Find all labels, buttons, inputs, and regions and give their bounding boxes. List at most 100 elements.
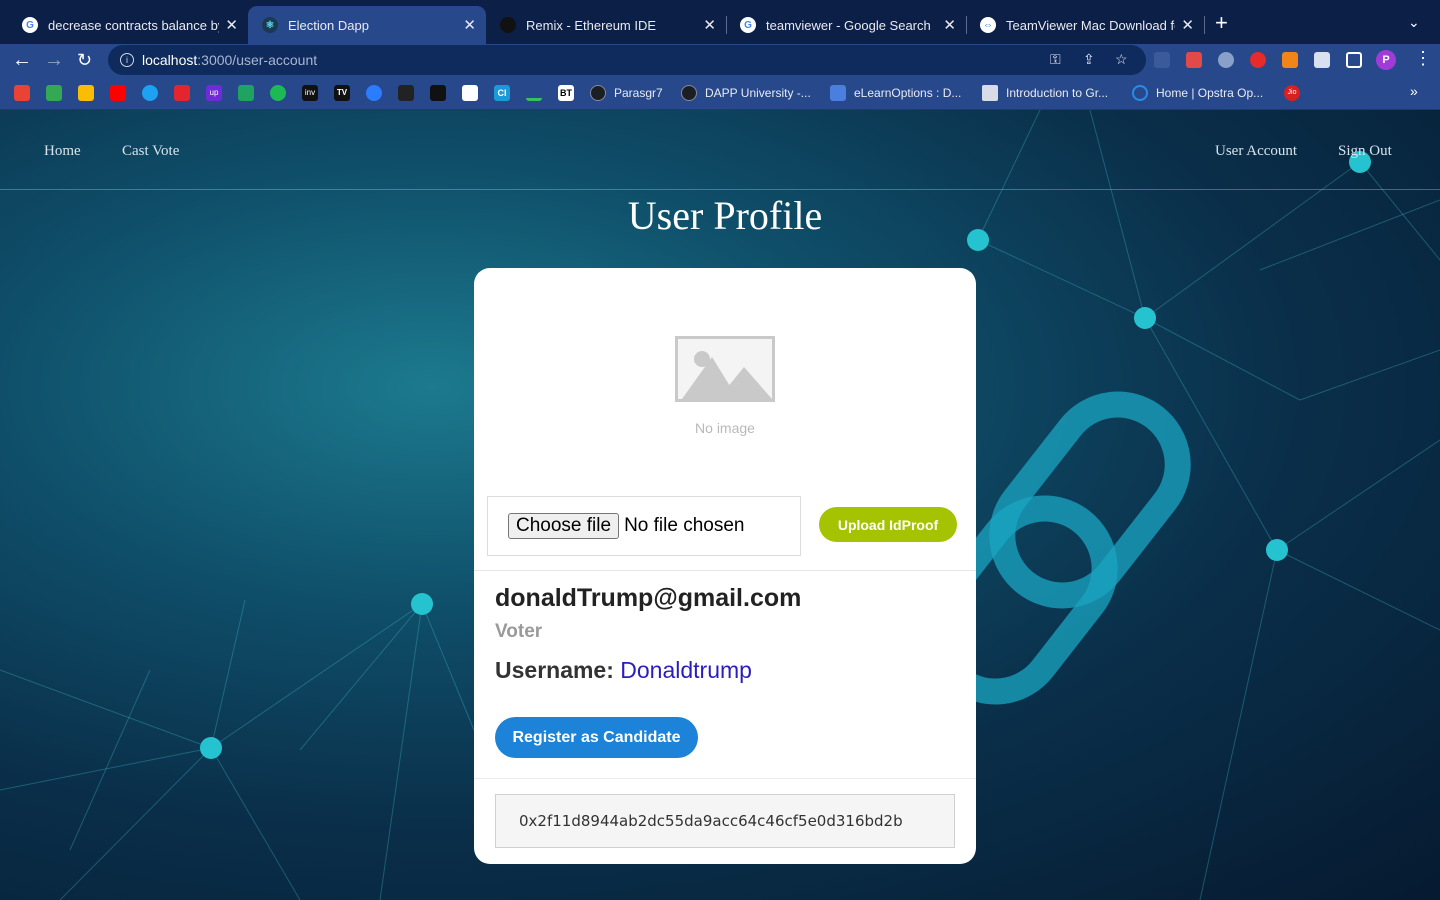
profile-avatar[interactable]: P <box>1376 50 1396 70</box>
share-icon[interactable]: ⇪ <box>1083 51 1095 68</box>
opstra-icon <box>1132 85 1148 101</box>
ci-icon[interactable]: CI <box>494 85 510 101</box>
nav-home-link[interactable]: Home <box>44 143 81 160</box>
bookmark-elearnoptions[interactable]: eLearnOptions : D... <box>830 84 961 102</box>
bookmark-label: Parasgr7 <box>614 86 663 100</box>
twitter-icon[interactable] <box>142 85 158 101</box>
key-icon[interactable]: ⚿ <box>1050 51 1061 68</box>
photos-icon[interactable] <box>78 85 94 101</box>
gmail-icon[interactable] <box>14 85 30 101</box>
more-bookmarks-icon[interactable]: » <box>1410 83 1418 99</box>
register-candidate-button[interactable]: Register as Candidate <box>495 717 698 758</box>
bookmark-dapp-university[interactable]: DAPP University -... <box>681 84 811 102</box>
username-value: Donaldtrump <box>620 657 752 683</box>
bookmark-parasgr7[interactable]: Parasgr7 <box>590 84 663 102</box>
tab-election-dapp[interactable]: ⚛ Election Dapp ✕ <box>248 6 486 44</box>
forward-arrow-icon[interactable]: → <box>44 48 64 72</box>
alert-extension-icon[interactable] <box>1250 52 1266 68</box>
teamviewer-icon: ⇔ <box>980 17 996 33</box>
tab-decrease-contracts[interactable]: G decrease contracts balance by ✕ <box>8 6 248 44</box>
new-tab-icon[interactable]: + <box>1215 12 1228 34</box>
choose-file-button[interactable]: Choose file <box>508 513 620 539</box>
address-bar[interactable]: i localhost:3000/user-account <box>108 45 1146 75</box>
github-icon <box>590 85 606 101</box>
top-navigation: Home Cast Vote User Account Sign Out <box>0 110 1440 190</box>
nav-sign-out-link[interactable]: Sign Out <box>1338 143 1392 160</box>
sheets-icon[interactable] <box>238 85 254 101</box>
bookmark-star-icon[interactable]: ☆ <box>1115 51 1128 68</box>
tab-title: decrease contracts balance by <box>48 17 220 33</box>
id-proof-file-input[interactable]: Choose file No file chosen <box>487 496 801 556</box>
video-extension-icon[interactable] <box>1186 52 1202 68</box>
tab-search-chevron-icon[interactable]: ⌄ <box>1408 14 1420 31</box>
divider <box>474 570 976 571</box>
youtube-icon[interactable] <box>110 85 126 101</box>
back-arrow-icon[interactable]: ← <box>12 48 32 72</box>
user-email: donaldTrump@gmail.com <box>495 584 802 612</box>
white-bookmark-icon[interactable] <box>462 85 478 101</box>
page-title: User Profile <box>627 193 823 238</box>
url-host: localhost <box>142 52 198 68</box>
dark-bookmark-icon[interactable] <box>398 85 414 101</box>
no-image-label: No image <box>695 420 755 436</box>
metamask-icon[interactable] <box>1282 52 1298 68</box>
tab-teamviewer-download[interactable]: ⇔ TeamViewer Mac Download for ✕ <box>966 6 1204 44</box>
upload-idproof-button[interactable]: Upload IdProof <box>819 507 957 542</box>
nav-cast-vote-link[interactable]: Cast Vote <box>122 143 179 160</box>
pen-extension-icon[interactable] <box>1154 52 1170 68</box>
close-tab-icon[interactable]: ✕ <box>1181 16 1194 34</box>
username-row: Username: Donaldtrump <box>495 657 752 684</box>
bookmark-label: Introduction to Gr... <box>1006 86 1109 100</box>
profile-card: No image Choose file No file chosen Uplo… <box>474 268 976 864</box>
bar-chart-icon[interactable] <box>526 85 542 101</box>
username-label: Username: <box>495 657 614 683</box>
drive-icon[interactable] <box>46 85 62 101</box>
remix-icon <box>500 17 516 33</box>
cloud-extension-icon[interactable] <box>1218 52 1234 68</box>
bookmark-introduction[interactable]: Introduction to Gr... <box>982 84 1108 102</box>
close-tab-icon[interactable]: ✕ <box>225 16 238 34</box>
spotify-icon[interactable] <box>270 85 286 101</box>
browser-toolbar: ← → ↻ i localhost:3000/user-account ⚿ ⇪ … <box>0 44 1440 76</box>
bookmark-label: eLearnOptions : D... <box>854 86 962 100</box>
elearn-icon <box>830 85 846 101</box>
reload-icon[interactable]: ↻ <box>77 48 92 72</box>
no-file-chosen-text: No file chosen <box>624 515 745 536</box>
tradingview-icon[interactable]: TV <box>334 85 350 101</box>
bookmark-opstra[interactable]: Home | Opstra Op... <box>1132 84 1263 102</box>
google-icon: G <box>22 17 38 33</box>
bookmarks-bar: up inv TV CI BT Parasgr7 DAPP University… <box>0 76 1440 110</box>
tab-title: TeamViewer Mac Download for <box>1006 17 1176 33</box>
bt-icon[interactable]: BT <box>558 85 574 101</box>
bookmark-label: DAPP University -... <box>705 86 811 100</box>
menu-kebab-icon[interactable]: ⋮ <box>1414 48 1432 69</box>
circle-bookmark-icon[interactable] <box>366 85 382 101</box>
tab-remix[interactable]: Remix - Ethereum IDE ✕ <box>486 6 726 44</box>
tab-title: teamviewer - Google Search <box>766 17 931 33</box>
divider <box>474 778 976 779</box>
upwork-icon[interactable]: up <box>206 85 222 101</box>
wallet-address-field: 0x2f11d8944ab2dc55da9acc64c46cf5e0d316bd… <box>495 794 955 848</box>
close-tab-icon[interactable]: ✕ <box>943 16 956 34</box>
tab-title: Remix - Ethereum IDE <box>526 17 657 33</box>
no-image-placeholder-icon <box>675 336 775 402</box>
page-viewport: Home Cast Vote User Account Sign Out Use… <box>0 110 1440 900</box>
nav-user-account-link[interactable]: User Account <box>1215 143 1297 160</box>
red-bookmark-icon[interactable] <box>174 85 190 101</box>
doc-icon <box>982 85 998 101</box>
url-path: :3000/user-account <box>197 52 318 68</box>
jio-icon[interactable]: Jio <box>1284 85 1300 101</box>
bookmark-label: Home | Opstra Op... <box>1156 86 1264 100</box>
close-tab-icon[interactable]: ✕ <box>703 16 716 34</box>
react-icon: ⚛ <box>262 17 278 33</box>
site-info-icon[interactable]: i <box>120 53 134 67</box>
puzzle-extensions-icon[interactable] <box>1314 52 1330 68</box>
close-tab-icon[interactable]: ✕ <box>463 16 476 34</box>
tab-separator <box>1204 16 1205 34</box>
google-icon: G <box>740 17 756 33</box>
tab-teamviewer-search[interactable]: G teamviewer - Google Search ✕ <box>726 6 966 44</box>
black-bookmark-icon[interactable] <box>430 85 446 101</box>
investing-icon[interactable]: inv <box>302 85 318 101</box>
side-panel-icon[interactable] <box>1346 52 1362 68</box>
tab-strip: G decrease contracts balance by ✕ ⚛ Elec… <box>0 0 1440 44</box>
